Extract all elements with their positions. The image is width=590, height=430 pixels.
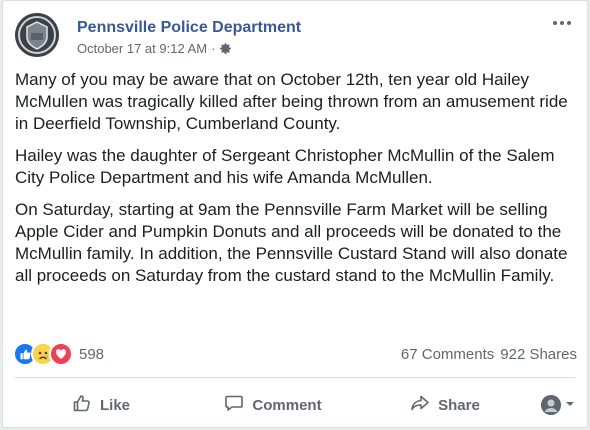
reactions-summary[interactable]: 598 bbox=[13, 342, 104, 366]
meta-separator: · bbox=[211, 41, 216, 56]
page-avatar[interactable] bbox=[15, 13, 59, 57]
comments-count[interactable]: 67 Comments bbox=[401, 346, 494, 363]
share-label: Share bbox=[438, 396, 480, 414]
comment-label: Comment bbox=[252, 396, 322, 414]
post-body: Many of you may be aware that on October… bbox=[15, 69, 577, 297]
post-paragraph: Many of you may be aware that on October… bbox=[15, 70, 568, 133]
post-paragraph: On Saturday, starting at 9am the Pennsvi… bbox=[15, 200, 568, 285]
post-card: Pennsville Police Department October 17 … bbox=[2, 0, 588, 428]
post-header: Pennsville Police Department October 17 … bbox=[15, 13, 575, 57]
engagement-counts: 67 Comments 922 Shares bbox=[401, 346, 577, 363]
post-meta: October 17 at 9:12 AM · bbox=[77, 41, 232, 56]
gear-icon[interactable] bbox=[219, 42, 232, 55]
caret-down-icon bbox=[565, 396, 575, 414]
love-reaction-icon bbox=[49, 342, 73, 366]
page-name-link[interactable]: Pennsville Police Department bbox=[77, 19, 301, 37]
like-button[interactable]: Like bbox=[15, 389, 187, 421]
post-stats: 598 67 Comments 922 Shares bbox=[13, 342, 577, 366]
audience-selector[interactable] bbox=[531, 395, 575, 415]
share-button[interactable]: Share bbox=[359, 389, 531, 421]
more-options-icon[interactable] bbox=[553, 17, 575, 29]
reaction-count[interactable]: 598 bbox=[79, 346, 104, 363]
like-label: Like bbox=[99, 396, 130, 414]
post-paragraph: Hailey was the daughter of Sergeant Chri… bbox=[15, 146, 555, 187]
post-timestamp[interactable]: October 17 at 9:12 AM bbox=[77, 41, 207, 56]
actions-divider bbox=[15, 377, 575, 378]
user-avatar bbox=[541, 395, 561, 415]
thumbs-up-icon bbox=[72, 393, 92, 417]
share-arrow-icon bbox=[410, 393, 430, 417]
shares-count[interactable]: 922 Shares bbox=[500, 346, 577, 363]
post-actions: Like Comment Share bbox=[15, 385, 575, 425]
comment-button[interactable]: Comment bbox=[187, 389, 359, 421]
comment-bubble-icon bbox=[224, 393, 244, 417]
